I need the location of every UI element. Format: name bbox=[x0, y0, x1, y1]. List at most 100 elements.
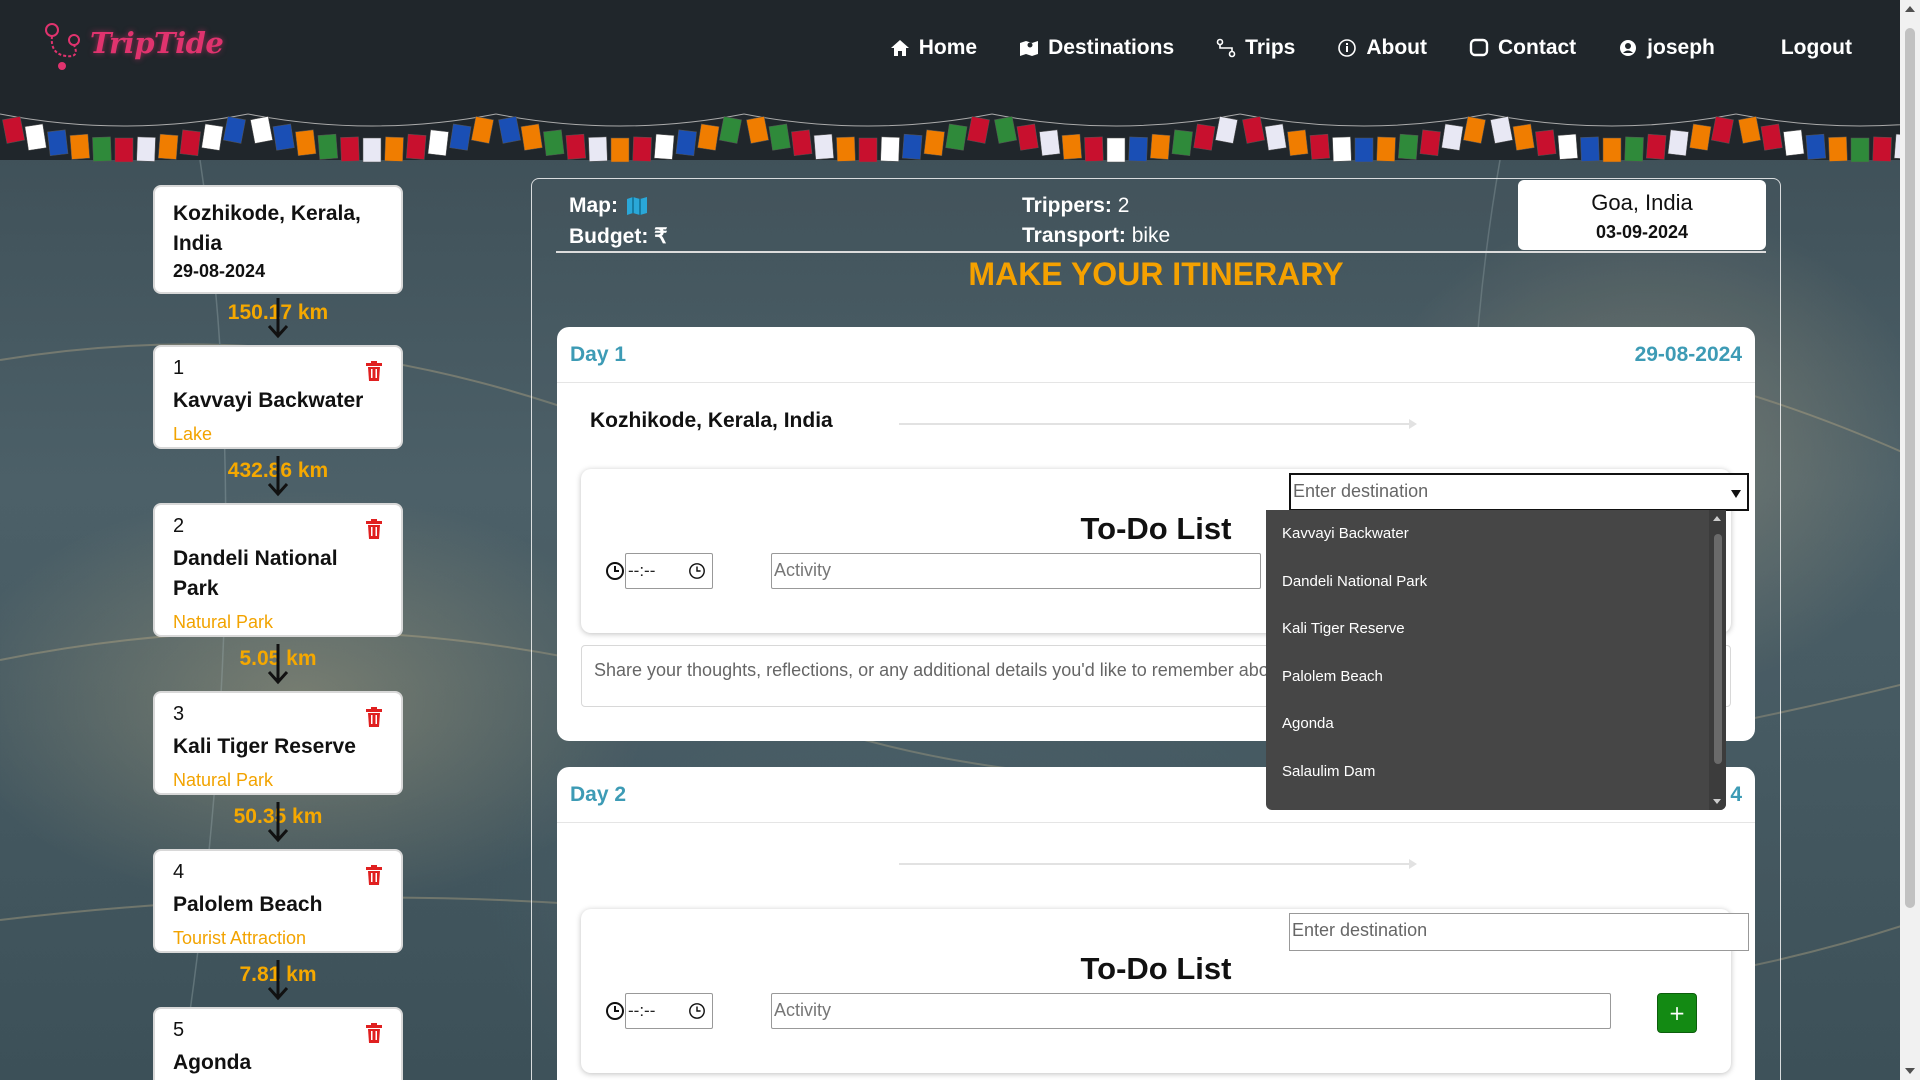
start-location-name: Kozhikode, Kerala, India bbox=[173, 202, 361, 255]
down-arrow-icon bbox=[267, 456, 289, 497]
nav-user[interactable]: joseph bbox=[1618, 36, 1715, 60]
time-placeholder: --:-- bbox=[628, 561, 656, 580]
scroll-down-arrow[interactable] bbox=[1713, 799, 1721, 804]
transport-label: Transport: bbox=[1022, 224, 1126, 247]
prayer-flags-banner bbox=[0, 113, 1900, 163]
down-arrow-icon bbox=[267, 960, 289, 1001]
stop-name: Kavvayi Backwater bbox=[173, 389, 364, 412]
route-origin: Kozhikode, Kerala, India bbox=[590, 409, 833, 432]
nav-links: Home Destinations Trips About Contact jo… bbox=[848, 36, 1852, 60]
nav-about-label: About bbox=[1366, 36, 1427, 59]
nav-destinations[interactable]: Destinations bbox=[1019, 36, 1174, 60]
stop-name: Palolem Beach bbox=[173, 893, 323, 916]
stop-name: Dandeli National Park bbox=[173, 547, 338, 600]
nav-trips-label: Trips bbox=[1245, 36, 1296, 59]
dropdown-option[interactable]: Kali Tiger Reserve bbox=[1266, 605, 1726, 653]
destination-date: 03-09-2024 bbox=[1595, 222, 1689, 242]
dropdown-option[interactable]: Agonda bbox=[1266, 700, 1726, 748]
nav-logout[interactable]: Logout bbox=[1781, 36, 1852, 60]
stop-card[interactable]: 5 Agonda bbox=[153, 1007, 403, 1080]
nav-trips[interactable]: Trips bbox=[1216, 36, 1295, 60]
caret-down-icon[interactable] bbox=[1731, 490, 1741, 498]
stop-type: Natural Park bbox=[173, 770, 274, 790]
trash-icon[interactable] bbox=[365, 865, 383, 885]
map-icon bbox=[1020, 41, 1039, 56]
scroll-thumb[interactable] bbox=[1905, 28, 1915, 908]
scroll-up-arrow[interactable] bbox=[1905, 6, 1915, 12]
add-activity-button[interactable]: + bbox=[1657, 993, 1697, 1033]
budget-value: ₹ bbox=[654, 225, 668, 248]
transport-value: bike bbox=[1131, 224, 1171, 247]
stop-number: 4 bbox=[173, 861, 185, 883]
route-line bbox=[899, 423, 1415, 425]
destination-name: Goa, India bbox=[1591, 190, 1693, 215]
activity-input[interactable]: Activity bbox=[771, 553, 1261, 589]
nav-about[interactable]: About bbox=[1337, 36, 1427, 60]
time-input[interactable]: --:-- bbox=[625, 993, 713, 1029]
dropdown-scrollbar[interactable] bbox=[1709, 510, 1726, 810]
page-title: MAKE YOUR ITINERARY bbox=[968, 256, 1344, 292]
stop-number: 3 bbox=[173, 703, 185, 725]
route-row bbox=[557, 823, 1755, 903]
stop-card[interactable]: 4 Palolem Beach Tourist Attraction bbox=[153, 849, 403, 953]
day-card: Day 2 4 To-Do List Enter destination --:… bbox=[557, 767, 1755, 1080]
navbar: TripTide Home Destinations Trips About C… bbox=[0, 0, 1900, 163]
start-location-date: 29-08-2024 bbox=[173, 261, 266, 281]
route-arrow-icon bbox=[1409, 859, 1417, 869]
info-icon bbox=[1338, 39, 1357, 57]
route-row: Kozhikode, Kerala, India bbox=[557, 383, 1755, 463]
chat-icon bbox=[1469, 38, 1489, 57]
brand-logo[interactable]: TripTide bbox=[40, 18, 224, 88]
day-date: 4 bbox=[1730, 782, 1742, 806]
destination-input[interactable]: Enter destination bbox=[1289, 913, 1749, 951]
page-scrollbar[interactable] bbox=[1900, 0, 1920, 1080]
destination-input[interactable]: Enter destination bbox=[1289, 473, 1749, 511]
route-icon bbox=[1216, 38, 1236, 58]
nav-contact[interactable]: Contact bbox=[1469, 36, 1576, 60]
destination-box: Goa, India 03-09-2024 bbox=[1518, 180, 1766, 250]
route-arrow-icon bbox=[1409, 419, 1417, 429]
nav-user-label: joseph bbox=[1647, 36, 1715, 59]
trip-info: Map: Budget: ₹ Trippers: 2 Transport: bi… bbox=[556, 192, 1656, 252]
time-picker-icon[interactable] bbox=[688, 1002, 706, 1020]
time-field: --:-- bbox=[605, 993, 713, 1029]
scroll-thumb[interactable] bbox=[1714, 534, 1722, 764]
stop-card[interactable]: 3 Kali Tiger Reserve Natural Park bbox=[153, 691, 403, 795]
stop-type: Natural Park bbox=[173, 612, 274, 632]
nav-contact-label: Contact bbox=[1498, 36, 1577, 59]
stop-card[interactable]: 1 Kavvayi Backwater Lake bbox=[153, 345, 403, 449]
time-placeholder: --:-- bbox=[628, 1001, 656, 1020]
stop-type: Tourist Attraction bbox=[173, 928, 307, 948]
dropdown-option[interactable]: Dandeli National Park bbox=[1266, 558, 1726, 606]
notes-placeholder: Share your thoughts, reflections, or any… bbox=[594, 660, 1284, 680]
destination-dropdown: Kavvayi Backwater Dandeli National Park … bbox=[1266, 510, 1726, 810]
down-arrow-icon bbox=[267, 644, 289, 685]
trash-icon[interactable] bbox=[365, 361, 383, 381]
day-label: Day 1 bbox=[570, 342, 627, 366]
scroll-down-arrow[interactable] bbox=[1905, 1068, 1915, 1074]
trash-icon[interactable] bbox=[365, 519, 383, 539]
stop-card[interactable]: 2 Dandeli National Park Natural Park bbox=[153, 503, 403, 637]
map-book-icon[interactable] bbox=[626, 197, 648, 215]
route-line bbox=[899, 863, 1415, 865]
dropdown-option[interactable]: Palolem Beach bbox=[1266, 653, 1726, 701]
todo-title: To-Do List bbox=[1080, 951, 1232, 986]
time-input[interactable]: --:-- bbox=[625, 553, 713, 589]
trash-icon[interactable] bbox=[365, 1023, 383, 1043]
stop-name: Agonda bbox=[173, 1051, 252, 1074]
scroll-up-arrow[interactable] bbox=[1713, 516, 1721, 521]
day-label: Day 2 bbox=[570, 782, 627, 806]
budget-label: Budget: bbox=[569, 225, 649, 248]
clock-icon bbox=[606, 562, 624, 580]
stop-name: Kali Tiger Reserve bbox=[173, 735, 356, 758]
time-picker-icon[interactable] bbox=[688, 562, 706, 580]
dropdown-option[interactable]: Kavvayi Backwater bbox=[1266, 510, 1726, 558]
nav-home[interactable]: Home bbox=[890, 36, 977, 60]
home-icon bbox=[890, 40, 909, 56]
destination-placeholder: Enter destination bbox=[1292, 920, 1428, 940]
dropdown-option[interactable]: Salaulim Dam bbox=[1266, 748, 1726, 796]
destination-placeholder: Enter destination bbox=[1293, 481, 1429, 501]
down-arrow-icon bbox=[267, 802, 289, 843]
trash-icon[interactable] bbox=[365, 707, 383, 727]
activity-input[interactable]: Activity bbox=[771, 993, 1611, 1029]
